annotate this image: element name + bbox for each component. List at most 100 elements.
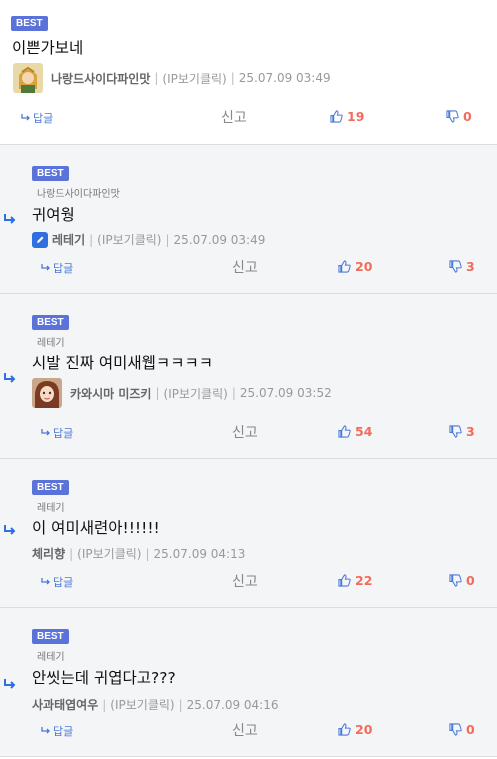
separator: | [145,546,150,561]
like-count: 54 [355,424,373,439]
timestamp: 25.07.09 03:49 [173,232,266,247]
best-badge: BEST [32,480,69,495]
reply-item: BEST 나랑드사이다파인맛 귀여웡 레테기 | (IP보기클릭) | 25.0… [0,145,497,294]
thumbs-up-icon [338,425,351,438]
reply-to-nick: 레테기 [37,503,65,514]
reply-arrow-icon [41,264,50,271]
nickname[interactable]: 사과태엽여우 [32,696,98,713]
thumbs-down-icon [449,574,462,587]
reply-button[interactable]: 답글 [41,425,73,441]
reply-arrow-icon [41,429,50,436]
comment-actions: 답글 신고 54 3 [0,423,497,443]
like-button[interactable]: 22 [338,573,372,588]
report-button[interactable]: 신고 [232,422,258,442]
ip-link[interactable]: (IP보기클릭) [162,70,226,87]
separator: | [231,386,236,400]
best-badge: BEST [11,16,48,31]
best-badge: BEST [32,315,69,330]
comment-actions: 답글 신고 19 0 [0,108,497,128]
comment-body: 귀여웡 [32,206,75,224]
dislike-count: 3 [466,259,475,274]
comment-body: 이 여미새련아!!!!!! [32,519,160,537]
thumbs-up-icon [330,110,343,123]
nickname[interactable]: 나랑드사이다파인맛 [51,70,150,87]
thumbs-down-icon [446,110,459,123]
like-button[interactable]: 19 [330,109,364,124]
timestamp: 25.07.09 04:16 [186,697,279,712]
report-button[interactable]: 신고 [232,720,258,740]
reply-to-nick: 레테기 [37,652,65,663]
reply-item: BEST 레테기 이 여미새련아!!!!!! 체리향 | (IP보기클릭) | … [0,459,497,608]
like-count: 20 [355,259,373,274]
dislike-button[interactable]: 0 [449,573,475,588]
like-count: 22 [355,573,373,588]
like-button[interactable]: 54 [338,424,372,439]
like-count: 20 [355,722,373,737]
reply-button[interactable]: 답글 [41,260,73,276]
like-count: 19 [347,109,365,124]
reply-indent-icon [4,679,16,689]
reply-button[interactable]: 답글 [41,723,73,739]
separator: | [69,546,74,561]
comment-body: 안씻는데 귀엽다고??? [32,669,176,687]
report-button[interactable]: 신고 [221,107,247,127]
dislike-button[interactable]: 3 [449,259,475,274]
avatar[interactable] [32,378,62,408]
reply-to-nick: 레테기 [37,338,65,349]
dislike-count: 3 [466,424,475,439]
dislike-count: 0 [463,109,472,124]
reply-arrow-icon [41,578,50,585]
like-button[interactable]: 20 [338,722,372,737]
best-badge: BEST [32,166,69,181]
thumbs-down-icon [449,260,462,273]
thumbs-down-icon [449,425,462,438]
avatar[interactable] [13,63,43,93]
reply-to-nick: 나랑드사이다파인맛 [37,189,120,200]
nickname[interactable]: 체리향 [32,545,65,562]
separator: | [102,697,107,712]
comment-meta: 카와시마 미즈키 | (IP보기클릭) | 25.07.09 03:52 [32,378,332,408]
thumbs-down-icon [449,723,462,736]
separator: | [154,71,159,85]
like-button[interactable]: 20 [338,259,372,274]
ip-link[interactable]: (IP보기클릭) [164,385,228,402]
separator: | [155,386,160,400]
report-button[interactable]: 신고 [232,571,258,591]
ip-link[interactable]: (IP보기클릭) [97,231,161,248]
nickname[interactable]: 레테기 [52,231,85,248]
report-button[interactable]: 신고 [232,257,258,277]
thumbs-up-icon [338,260,351,273]
thumbs-up-icon [338,723,351,736]
reply-button[interactable]: 답글 [21,110,53,126]
comment-body: 시발 진짜 여미새웹ㅋㅋㅋㅋ [32,354,213,372]
pencil-icon[interactable] [32,231,48,248]
comment-actions: 답글 신고 20 3 [0,258,497,278]
best-badge: BEST [32,629,69,644]
comment-body: 이쁜가보네 [12,39,84,57]
dislike-button[interactable]: 0 [446,109,472,124]
dislike-count: 0 [466,722,475,737]
separator: | [165,232,170,247]
reply-indent-icon [4,525,16,535]
reply-arrow-icon [21,114,30,121]
comment-meta: 레테기 | (IP보기클릭) | 25.07.09 03:49 [32,231,265,248]
reply-indent-icon [4,214,16,224]
reply-indent-icon [4,373,16,383]
comment-meta: 체리향 | (IP보기클릭) | 25.07.09 04:13 [32,545,245,562]
comment-meta: 나랑드사이다파인맛 | (IP보기클릭) | 25.07.09 03:49 [13,63,331,93]
comment-actions: 답글 신고 22 0 [0,572,497,592]
separator: | [178,697,183,712]
dislike-button[interactable]: 0 [449,722,475,737]
ip-link[interactable]: (IP보기클릭) [110,696,174,713]
dislike-count: 0 [466,573,475,588]
nickname[interactable]: 카와시마 미즈키 [70,385,151,402]
reply-item: BEST 레테기 안씻는데 귀엽다고??? 사과태엽여우 | (IP보기클릭) … [0,608,497,757]
reply-button[interactable]: 답글 [41,574,73,590]
thumbs-up-icon [338,574,351,587]
reply-arrow-icon [41,727,50,734]
ip-link[interactable]: (IP보기클릭) [77,545,141,562]
dislike-button[interactable]: 3 [449,424,475,439]
comment-actions: 답글 신고 20 0 [0,721,497,741]
timestamp: 25.07.09 04:13 [153,546,246,561]
separator: | [89,232,94,247]
